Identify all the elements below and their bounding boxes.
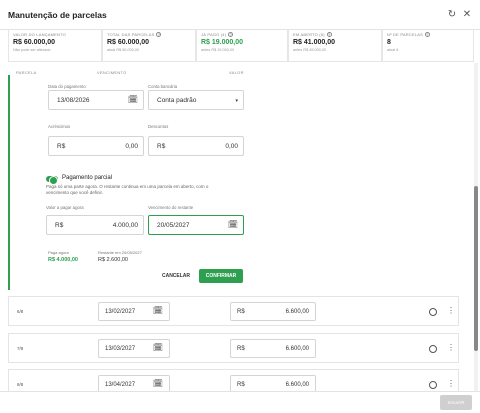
summary-sub: atual 8: [387, 48, 399, 52]
paid-now-value: R$ 4.000,00: [48, 257, 78, 263]
payment-date-field[interactable]: 13/08/2026 🗓: [48, 90, 144, 110]
remaining-label: Restante em 20/05/2027: [98, 250, 142, 255]
more-vert-icon[interactable]: ⋮: [447, 306, 455, 315]
summary-label: TOTAL DAS PARCELAS: [107, 32, 155, 37]
due-date-field[interactable]: 13/02/2027 🗓: [98, 302, 170, 321]
summary-value: R$ 41.000,00: [293, 39, 336, 46]
calendar-icon[interactable]: 🗓: [153, 343, 163, 352]
summary-label: Nº DE PARCELAS: [387, 32, 423, 37]
summary-value: R$ 19.000,00: [201, 39, 244, 46]
calendar-icon[interactable]: 🗓: [228, 220, 238, 229]
partial-payment-desc: Paga só uma parte agora. O restante cont…: [46, 184, 209, 189]
help-icon[interactable]: ?: [228, 32, 234, 37]
refresh-icon[interactable]: ↻: [446, 9, 458, 21]
partial-payment-desc: vencimento que você definir.: [46, 190, 104, 195]
amount-field[interactable]: R$ 6.600,00: [230, 339, 316, 358]
table-row: 7/8 13/03/2027 🗓 R$ 6.600,00 ⋮: [8, 333, 459, 363]
summary-label: JÁ PAGO (4): [201, 32, 227, 37]
partial-payment-title: Pagamento parcial: [62, 175, 113, 181]
select-radio[interactable]: [429, 308, 437, 316]
summary-value: R$ 60.000,00: [107, 39, 150, 46]
amount-now-field[interactable]: R$ 4.000,00: [46, 215, 144, 235]
summary-card-total: TOTAL DAS PARCELAS? R$ 60.000,00 atual R…: [102, 29, 196, 62]
installment-number: 8/8: [17, 382, 24, 387]
remaining-due-date-field[interactable]: 20/05/2027 🗓: [148, 215, 244, 235]
summary-card-parcelas: Nº DE PARCELAS? 8 atual 8: [382, 29, 474, 62]
chevron-down-icon: ▾: [235, 98, 238, 104]
summary-value: 8: [387, 39, 391, 46]
due-date-field[interactable]: 13/03/2027 🗓: [98, 339, 170, 358]
scrollbar-thumb[interactable]: [474, 186, 478, 351]
calendar-icon[interactable]: 🗓: [153, 379, 163, 388]
modal-footer: SALVAR: [0, 391, 480, 413]
descontos-label: Descontos: [148, 124, 169, 129]
calendar-icon[interactable]: 🗓: [128, 95, 138, 104]
installment-edit-panel: Data do pagamento 13/08/2026 🗓 Conta ban…: [8, 75, 459, 290]
more-vert-icon[interactable]: ⋮: [447, 343, 455, 352]
acrescimos-label: Acréscimos: [48, 124, 71, 129]
modal-header: Manutenção de parcelas ↻ ✕: [0, 0, 480, 30]
help-icon[interactable]: ?: [424, 32, 430, 37]
amount-field[interactable]: R$ 6.600,00: [230, 302, 316, 321]
installment-number: 7/8: [17, 346, 24, 351]
summary-label: VALOR DO LANÇAMENTO: [13, 32, 66, 37]
summary-card-aberto: EM ABERTO (6)? R$ 41.000,00 antes R$ 45.…: [288, 29, 382, 62]
summary-sub: atual R$ 60.000,00: [107, 48, 140, 52]
bank-account-label: Conta bancária: [148, 84, 178, 89]
help-icon[interactable]: ?: [326, 32, 332, 37]
partial-payment-toggle[interactable]: [46, 175, 58, 185]
modal-title: Manutenção de parcelas: [8, 10, 107, 20]
table-row: 6/8 13/02/2027 🗓 R$ 6.600,00 ⋮: [8, 296, 459, 326]
remaining-value: R$ 2.600,00: [98, 257, 128, 263]
summary-bar: VALOR DO LANÇAMENTO R$ 60.000,00 Não pod…: [8, 29, 474, 62]
remaining-due-label: Vencimento do restante: [148, 205, 194, 210]
cancel-button[interactable]: CANCELAR: [158, 269, 194, 283]
help-icon[interactable]: ?: [156, 32, 162, 37]
summary-label: EM ABERTO (6): [293, 32, 325, 37]
select-radio[interactable]: [429, 381, 437, 389]
paid-now-label: Paga agora: [48, 250, 69, 255]
calendar-icon[interactable]: 🗓: [153, 306, 163, 315]
confirm-button[interactable]: CONFIRMAR: [199, 269, 243, 283]
summary-sub: Não pode ser alterado: [13, 48, 51, 52]
amount-now-label: Valor a pagar agora: [46, 205, 84, 210]
summary-sub: antes R$ 45.000,00: [293, 48, 327, 52]
installment-number: 6/8: [17, 309, 24, 314]
summary-card-pago: JÁ PAGO (4)? R$ 19.000,00 antes R$ 15.00…: [196, 29, 288, 62]
more-vert-icon[interactable]: ⋮: [447, 379, 455, 388]
bank-account-select[interactable]: Conta padrão ▾: [148, 90, 244, 110]
payment-date-label: Data do pagamento: [48, 84, 86, 89]
close-icon[interactable]: ✕: [461, 9, 473, 21]
summary-sub: antes R$ 15.000,00: [201, 48, 235, 52]
select-radio[interactable]: [429, 345, 437, 353]
acrescimos-field[interactable]: R$ 0,00: [48, 136, 144, 156]
descontos-field[interactable]: R$ 0,00: [148, 136, 244, 156]
summary-value: R$ 60.000,00: [13, 39, 56, 46]
summary-card-lancamento: VALOR DO LANÇAMENTO R$ 60.000,00 Não pod…: [8, 29, 102, 62]
parcel-maintenance-modal: Manutenção de parcelas ↻ ✕ VALOR DO LANÇ…: [0, 0, 480, 413]
save-button[interactable]: SALVAR: [440, 395, 472, 410]
